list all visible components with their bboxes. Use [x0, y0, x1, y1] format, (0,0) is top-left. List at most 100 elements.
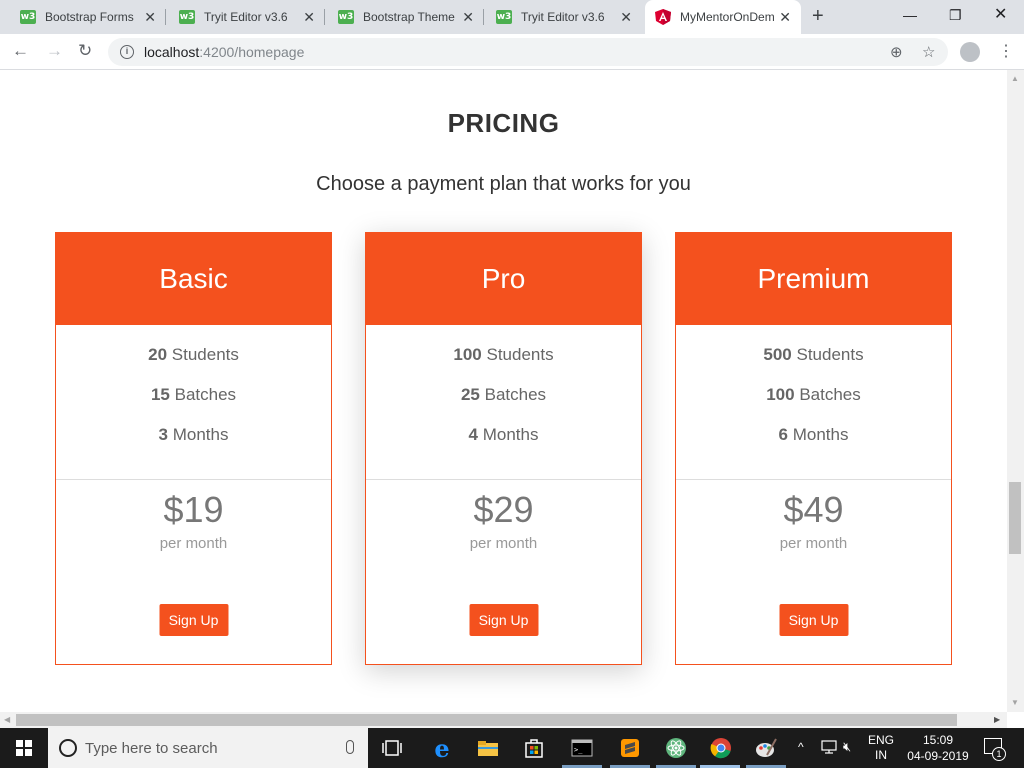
scroll-right-icon[interactable]: ▶: [994, 715, 1000, 725]
vertical-scrollbar[interactable]: ▲ ▼: [1007, 70, 1024, 712]
feature-unit: Batches: [799, 385, 861, 404]
clock-date: 04-09-2019: [907, 749, 969, 763]
browser-tab-active[interactable]: MyMentorOnDem ✕: [645, 0, 801, 34]
bookmark-star-icon[interactable]: ☆: [922, 38, 935, 66]
info-icon[interactable]: i: [120, 45, 134, 59]
feature-unit: Months: [172, 425, 229, 444]
feature-value: 500: [763, 345, 792, 364]
browser-menu-icon[interactable]: ⋮: [998, 42, 1014, 62]
page-viewport: PRICING Choose a payment plan that works…: [0, 70, 1007, 712]
plan-name: Pro: [366, 233, 641, 325]
edge-icon[interactable]: e: [430, 734, 454, 763]
angular-icon: [655, 9, 671, 25]
command-prompt-icon[interactable]: >_: [570, 736, 594, 760]
sign-up-button-pro[interactable]: Sign Up: [469, 604, 538, 636]
svg-text:>_: >_: [574, 746, 583, 754]
tab-label: Bootstrap Forms: [45, 10, 134, 24]
pricing-card-premium: Premium 500 Students 100 Batches 6 Month…: [675, 232, 952, 665]
volume-muted-icon[interactable]: 🔇︎: [843, 739, 851, 779]
plan-price: $49: [783, 489, 844, 530]
cortana-icon: [59, 739, 77, 757]
page-subtitle: Choose a payment plan that works for you: [316, 173, 691, 195]
new-tab-button[interactable]: +: [812, 6, 824, 26]
sign-up-button-premium[interactable]: Sign Up: [779, 604, 848, 636]
browser-tab[interactable]: w3 Tryit Editor v3.6 ✕: [476, 0, 642, 34]
chrome-icon[interactable]: [709, 736, 733, 760]
minimize-icon[interactable]: —: [903, 6, 917, 24]
browser-tab[interactable]: w3 Tryit Editor v3.6 ✕: [159, 0, 325, 34]
network-icon[interactable]: [821, 740, 837, 780]
forward-icon[interactable]: →: [46, 41, 63, 61]
plan-feature: 100 Students: [366, 345, 641, 365]
sublime-text-icon[interactable]: [618, 736, 642, 760]
w3schools-icon: w3: [20, 10, 36, 24]
file-explorer-icon[interactable]: [476, 736, 500, 760]
card-divider: [366, 479, 641, 480]
clock[interactable]: 15:09 04-09-2019: [906, 732, 970, 772]
card-divider: [56, 479, 331, 480]
feature-value: 15: [150, 385, 170, 404]
plan-feature: 15 Batches: [56, 385, 331, 405]
url-host: localhost: [144, 44, 200, 60]
feature-value: 25: [460, 385, 480, 404]
plan-feature: 100 Batches: [676, 385, 951, 405]
tab-label: Bootstrap Theme: [363, 10, 455, 24]
scroll-left-icon[interactable]: ◀: [4, 715, 10, 725]
back-icon[interactable]: ←: [12, 41, 29, 61]
feature-unit: Students: [171, 345, 239, 364]
plan-feature: 20 Students: [56, 345, 331, 365]
close-tab-icon[interactable]: ✕: [462, 9, 474, 25]
language-indicator[interactable]: ENG IN: [868, 733, 894, 773]
browser-tab[interactable]: w3 Bootstrap Forms ✕: [0, 0, 166, 34]
plan-name: Premium: [676, 233, 951, 325]
feature-value: 4: [468, 425, 478, 444]
scroll-up-icon[interactable]: ▲: [1011, 74, 1019, 84]
horizontal-scroll-thumb[interactable]: [16, 714, 957, 726]
address-bar[interactable]: i localhost:4200/homepage ⊕ ☆: [108, 38, 948, 66]
plan-price: $19: [163, 489, 224, 530]
feature-unit: Months: [482, 425, 539, 444]
region-code: IN: [875, 748, 887, 762]
store-icon[interactable]: [522, 736, 546, 760]
card-divider: [676, 479, 951, 480]
w3schools-icon: w3: [496, 10, 512, 24]
plan-feature: 500 Students: [676, 345, 951, 365]
close-tab-icon[interactable]: ✕: [303, 9, 315, 25]
horizontal-scrollbar[interactable]: ◀ ▶: [0, 712, 1007, 728]
feature-unit: Batches: [174, 385, 237, 404]
atom-icon[interactable]: [664, 736, 688, 760]
url-path: :4200/homepage: [199, 44, 305, 60]
scroll-down-icon[interactable]: ▼: [1011, 698, 1019, 708]
feature-value: 20: [148, 345, 168, 364]
clock-time: 15:09: [922, 733, 954, 747]
sign-up-button-basic[interactable]: Sign Up: [159, 604, 228, 636]
notification-count-badge: 1: [992, 747, 1006, 761]
plan-feature: 4 Months: [366, 425, 641, 445]
reload-icon[interactable]: ↻: [78, 41, 92, 61]
restore-icon[interactable]: ❐: [949, 6, 962, 24]
tab-label: Tryit Editor v3.6: [521, 10, 605, 24]
close-window-icon[interactable]: ✕: [994, 6, 1007, 24]
profile-avatar-icon[interactable]: [960, 42, 980, 62]
feature-value: 100: [766, 385, 795, 404]
paint-icon[interactable]: [754, 736, 778, 760]
plan-name: Basic: [56, 233, 331, 325]
microphone-icon[interactable]: [346, 740, 354, 754]
feature-unit: Students: [486, 345, 554, 364]
close-tab-icon[interactable]: ✕: [620, 9, 632, 25]
zoom-icon[interactable]: ⊕: [890, 38, 903, 66]
task-view-icon[interactable]: [380, 736, 404, 760]
close-tab-icon[interactable]: ✕: [144, 9, 156, 25]
language-code: ENG: [868, 733, 895, 747]
taskbar-search[interactable]: Type here to search: [48, 728, 368, 768]
browser-tab[interactable]: w3 Bootstrap Theme ✕: [318, 0, 484, 34]
feature-unit: Months: [792, 425, 849, 444]
close-tab-icon[interactable]: ✕: [779, 9, 791, 25]
browser-toolbar: ← → ↻ i localhost:4200/homepage ⊕ ☆ ⋮: [0, 34, 1024, 70]
feature-value: 3: [158, 425, 168, 444]
w3schools-icon: w3: [338, 10, 354, 24]
vertical-scroll-thumb[interactable]: [1009, 482, 1021, 554]
show-hidden-icons-icon[interactable]: ^: [798, 740, 804, 780]
tab-label: MyMentorOnDem: [680, 10, 775, 24]
windows-start-icon[interactable]: [16, 740, 32, 756]
